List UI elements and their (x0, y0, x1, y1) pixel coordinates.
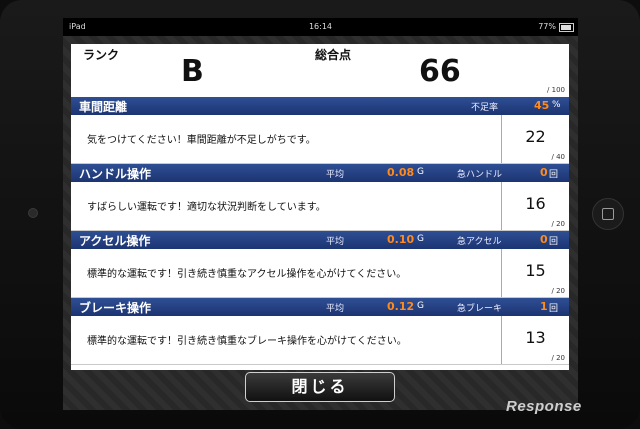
stat2-value: 1 (540, 300, 548, 313)
stat-value: 0.10 (387, 233, 415, 246)
battery-percent: 77% (538, 22, 556, 31)
section-message: 気をつけてください！車間距離が不足しがちです。 (87, 135, 316, 146)
camera-icon (28, 208, 38, 218)
section-brake: ブレーキ操作 平均 0.12 G 急ブレーキ 1 回 標準的な運転です！引き続き… (71, 298, 569, 365)
section-header: ハンドル操作 平均 0.08 G 急ハンドル 0 回 (71, 164, 569, 182)
stat2-value: 0 (540, 233, 548, 246)
stat2-label: 急ハンドル (457, 170, 503, 180)
stat-unit: G (417, 167, 424, 177)
section-title: ブレーキ操作 (79, 301, 152, 315)
section-max: / 20 (551, 287, 566, 295)
section-max: / 20 (551, 220, 566, 228)
response-watermark: Response (506, 398, 582, 415)
total-score-value: 66 (419, 54, 461, 89)
total-score-label: 総合点 (315, 48, 352, 62)
total-score-max: / 100 (547, 86, 565, 94)
section-accelerator: アクセル操作 平均 0.10 G 急アクセル 0 回 標準的な運転です！引き続き… (71, 231, 569, 298)
stat-value: 0.12 (387, 300, 415, 313)
stat2-label: 急ブレーキ (457, 304, 503, 314)
stat-label: 平均 (326, 304, 345, 314)
stat-label: 平均 (326, 170, 345, 180)
section-message: 標準的な運転です！引き続き慎重なアクセル操作を心がけてください。 (87, 269, 407, 280)
section-score: 15 (525, 261, 546, 280)
screen: iPad 16:14 77% ランク B 総合点 66 / 100 車間距離 不… (63, 18, 578, 410)
stat2-unit: 回 (549, 170, 559, 180)
battery-icon (559, 23, 574, 32)
result-panel: ランク B 総合点 66 / 100 車間距離 不足率 45 % 気をつけてくだ… (71, 44, 569, 370)
section-body: 標準的な運転です！引き続き慎重なアクセル操作を心がけてください。 15 / 20 (71, 249, 569, 298)
section-header: ブレーキ操作 平均 0.12 G 急ブレーキ 1 回 (71, 298, 569, 316)
section-max: / 40 (551, 153, 566, 161)
section-max: / 20 (551, 354, 566, 362)
section-title: ハンドル操作 (79, 167, 152, 181)
stat-unit: G (417, 301, 424, 311)
section-following-distance: 車間距離 不足率 45 % 気をつけてください！車間距離が不足しがちです。 22… (71, 97, 569, 164)
section-header: 車間距離 不足率 45 % (71, 97, 569, 115)
section-steering: ハンドル操作 平均 0.08 G 急ハンドル 0 回 すばらしい運転です！適切な… (71, 164, 569, 231)
section-score: 16 (525, 194, 546, 213)
section-message: すばらしい運転です！適切な状況判断をしています。 (87, 202, 326, 213)
stat2-label: 急アクセル (457, 237, 502, 247)
section-body: すばらしい運転です！適切な状況判断をしています。 16 / 20 (71, 182, 569, 231)
stat-unit: % (552, 100, 561, 110)
section-body: 気をつけてください！車間距離が不足しがちです。 22 / 40 (71, 115, 569, 164)
stat-value: 45 (534, 99, 550, 112)
section-header: アクセル操作 平均 0.10 G 急アクセル 0 回 (71, 231, 569, 249)
stat2-unit: 回 (549, 304, 559, 314)
home-square-icon (602, 208, 614, 220)
section-message: 標準的な運転です！引き続き慎重なブレーキ操作を心がけてください。 (87, 336, 407, 347)
rank-value: B (181, 54, 204, 89)
section-title: アクセル操作 (79, 234, 151, 248)
clock: 16:14 (308, 22, 333, 31)
stat-unit: G (417, 234, 424, 244)
stat2-unit: 回 (549, 237, 559, 247)
stat-value: 0.08 (387, 166, 415, 179)
section-score: 22 (525, 127, 546, 146)
home-button[interactable] (592, 198, 624, 230)
section-title: 車間距離 (79, 100, 128, 114)
close-button[interactable]: 閉じる (245, 372, 395, 402)
stat-label: 平均 (326, 237, 345, 247)
rank-label: ランク (83, 48, 120, 62)
section-score: 13 (525, 328, 546, 347)
section-body: 標準的な運転です！引き続き慎重なブレーキ操作を心がけてください。 13 / 20 (71, 316, 569, 365)
stat-label: 不足率 (471, 103, 499, 113)
stat2-value: 0 (540, 166, 548, 179)
status-bar: iPad 16:14 77% (63, 18, 578, 36)
